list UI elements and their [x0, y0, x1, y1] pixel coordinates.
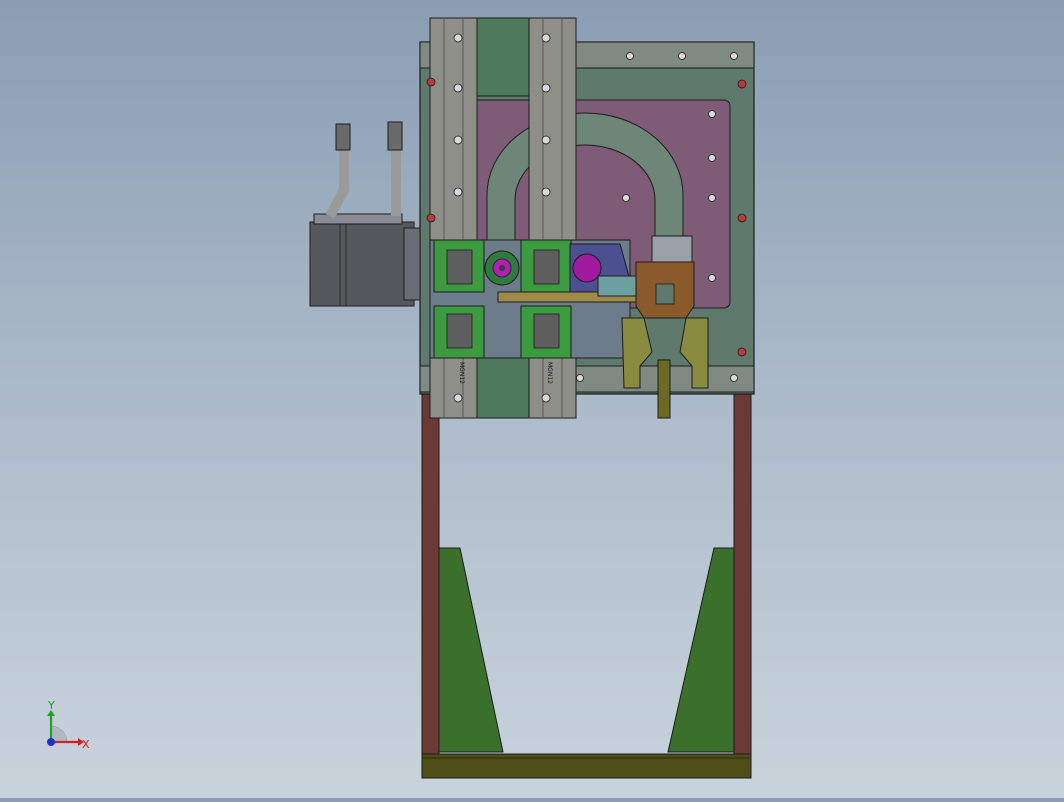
motor-cable-left [325, 150, 349, 219]
rail-carriage-top [476, 17, 530, 97]
connector-left [335, 123, 351, 151]
left-frame-post [421, 391, 440, 759]
rail-label-right: MGN12 [546, 362, 553, 384]
cad-assembly-model: MGN12 MGN12 [309, 17, 755, 779]
triad-z-axis [47, 738, 55, 746]
triad-x-label: X [82, 738, 90, 751]
servo-motor [309, 221, 415, 307]
right-green-wedge [667, 547, 735, 753]
left-green-wedge [438, 547, 504, 753]
connector-right [387, 121, 403, 151]
orientation-triad: X Y [38, 698, 98, 758]
rail-label-left: MGN12 [458, 362, 465, 384]
triad-y-label: Y [47, 699, 55, 712]
right-frame-post [733, 391, 752, 759]
cad-viewport[interactable]: MGN12 MGN12 [0, 0, 1064, 798]
gripper-pin [657, 359, 671, 419]
